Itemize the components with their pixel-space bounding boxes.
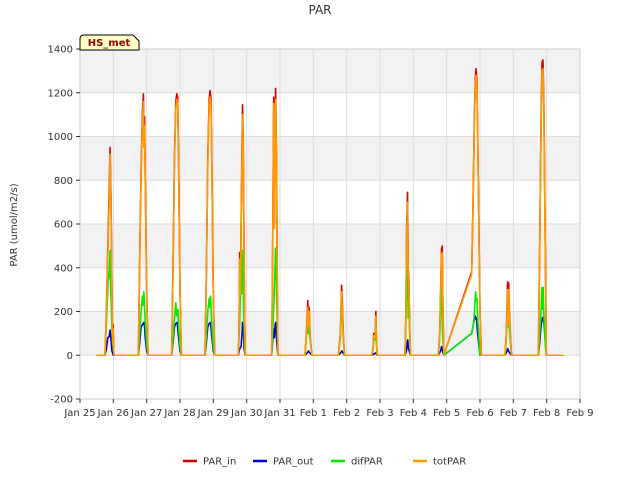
par-chart: Jan 25 Jan 26 Jan 27 Jan 28 Jan 29 Jan 30 Jan … [0,0,640,480]
x-tick-label: Jan 30 [230,408,262,419]
x-tick-label: Jan 29 [197,408,229,419]
y-axis-label: PAR (umol/m2/s) [9,183,20,266]
x-tick-label: Feb 7 [500,408,527,419]
x-tick-label: Feb 5 [433,408,460,419]
legend-label-par-in: PAR_in [203,457,236,468]
y-tick-label: 200 [54,307,73,318]
legend-label-totpar: totPAR [433,457,466,468]
y-tick-label: 0 [67,351,73,362]
station-tag: HS_met [79,34,140,51]
y-tick-label: 1000 [48,132,73,143]
plot-band [80,49,580,93]
x-tick-label: Jan 28 [163,408,195,419]
y-tick-label: 400 [54,263,73,274]
x-tick-label: Feb 3 [366,408,393,419]
plot-band [80,267,580,312]
x-tick-label: Feb 2 [333,408,360,419]
y-tick-label: 1200 [48,88,73,99]
x-tick-label: Feb 8 [533,408,560,419]
plot-band [80,180,580,224]
x-tick-label: Feb 6 [466,408,493,419]
x-tick-label: Feb 9 [566,408,593,419]
plot-band [80,224,580,268]
legend-label-par-out: PAR_out [273,457,314,468]
x-tick-label: Feb 1 [300,408,327,419]
legend-label-difpar: difPAR [351,457,383,468]
x-tick-label: Jan 26 [97,408,129,419]
station-tag-text: HS_met [88,38,131,49]
y-tick-label: 800 [54,176,73,187]
chart-title: PAR [308,3,331,17]
y-tick-label: 1400 [48,45,73,56]
x-tick-label: Jan 31 [263,408,295,419]
plot-band [80,136,580,181]
x-tick-label: Feb 4 [400,408,427,419]
y-tick-label: 600 [54,220,73,231]
plot-band [80,92,580,137]
plot-band [80,355,580,399]
x-tick-label: Jan 27 [130,408,162,419]
y-tick-label: -200 [50,395,73,406]
x-tick-label: Jan 25 [63,408,95,419]
